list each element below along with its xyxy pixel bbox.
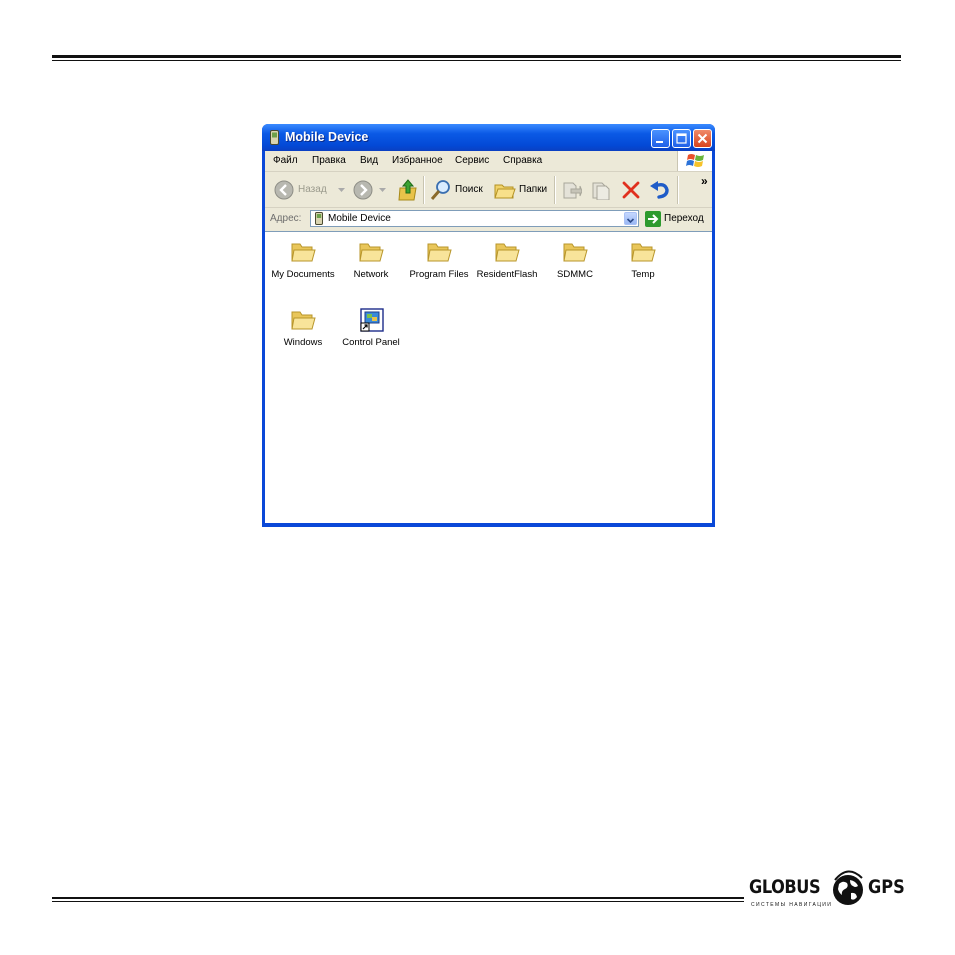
- search-icon[interactable]: [430, 179, 452, 201]
- folder-icon: [495, 243, 520, 262]
- file-label: Network: [353, 269, 389, 280]
- file-view[interactable]: My Documents Network Program Files Resid…: [265, 231, 712, 523]
- explorer-window: Mobile Device Файл Правка Вид Избранное …: [262, 124, 715, 527]
- windows-flag-icon: [686, 154, 704, 167]
- folders-button-label[interactable]: Папки: [519, 184, 547, 195]
- title-bar[interactable]: Mobile Device: [262, 124, 715, 151]
- toolbar-separator-3: [677, 176, 679, 204]
- logo-tagline: СИСТЕМЫ НАВИГАЦИИ: [751, 902, 833, 908]
- file-label: SDMMC: [557, 269, 593, 280]
- address-value: Mobile Device: [328, 213, 391, 224]
- logo-name-right: GPS: [868, 876, 905, 898]
- folder-icon: [359, 243, 384, 262]
- menu-bar: Файл Правка Вид Избранное Сервис Справка: [265, 151, 712, 172]
- chevron-down-icon: [626, 218, 635, 224]
- toolbar-separator: [423, 176, 425, 204]
- windows-logo-box: [677, 151, 712, 171]
- file-label: Windows: [283, 337, 323, 348]
- window-title: Mobile Device: [285, 130, 369, 144]
- file-item-network[interactable]: Network: [337, 240, 405, 280]
- maximize-button[interactable]: [672, 129, 691, 148]
- menu-view[interactable]: Вид: [360, 155, 378, 166]
- window-client: Файл Правка Вид Избранное Сервис Справка: [265, 151, 712, 523]
- page-bottom-rule-thin: [52, 901, 744, 902]
- mobile-device-icon: [270, 130, 279, 145]
- file-item-program-files[interactable]: Program Files: [405, 240, 473, 280]
- delete-icon[interactable]: [622, 181, 640, 199]
- close-icon: [697, 133, 708, 144]
- file-label: My Documents: [271, 269, 335, 280]
- minimize-icon: [656, 141, 663, 143]
- back-button-label[interactable]: Назад: [298, 184, 327, 195]
- control-panel-shortcut-icon: [360, 308, 384, 332]
- toolbar: Назад Поиск Папки »: [265, 172, 712, 208]
- maximize-icon: [676, 133, 687, 144]
- file-label: Program Files: [409, 269, 469, 280]
- go-button[interactable]: [645, 211, 661, 227]
- forward-arrow-icon[interactable]: [353, 180, 373, 200]
- go-button-label[interactable]: Переход: [664, 213, 704, 224]
- address-dropdown-button[interactable]: [624, 212, 637, 225]
- undo-icon[interactable]: [649, 180, 671, 200]
- file-label: Temp: [631, 269, 655, 280]
- file-item-my-documents[interactable]: My Documents: [269, 240, 337, 280]
- file-label: Control Panel: [342, 337, 400, 348]
- folder-icon: [631, 243, 656, 262]
- menu-file[interactable]: Файл: [273, 155, 298, 166]
- folder-up-icon[interactable]: [398, 179, 418, 201]
- address-bar: Адрес: Mobile Device Переход: [265, 208, 712, 230]
- menu-tools[interactable]: Сервис: [455, 155, 489, 166]
- search-button-label[interactable]: Поиск: [455, 184, 483, 195]
- mobile-device-icon: [315, 212, 323, 225]
- globus-gps-logo: GLOBUS GPS СИСТЕМЫ НАВИГАЦИИ: [749, 868, 905, 916]
- back-dropdown-icon[interactable]: [338, 188, 345, 192]
- file-item-residentflash[interactable]: ResidentFlash: [473, 240, 541, 280]
- close-button[interactable]: [693, 129, 712, 148]
- logo-name-left: GLOBUS: [749, 876, 821, 898]
- address-label: Адрес:: [270, 213, 302, 224]
- folder-icon: [427, 243, 452, 262]
- folder-icon: [563, 243, 588, 262]
- move-to-icon[interactable]: [562, 180, 582, 200]
- menu-help[interactable]: Справка: [503, 155, 542, 166]
- copy-to-icon[interactable]: [591, 180, 611, 200]
- file-item-windows[interactable]: Windows: [269, 308, 337, 348]
- menu-edit[interactable]: Правка: [312, 155, 346, 166]
- file-label: ResidentFlash: [476, 269, 538, 280]
- folders-icon[interactable]: [494, 180, 516, 200]
- minimize-button[interactable]: [651, 129, 670, 148]
- file-item-temp[interactable]: Temp: [609, 240, 677, 280]
- forward-dropdown-icon[interactable]: [379, 188, 386, 192]
- address-input[interactable]: Mobile Device: [310, 210, 639, 227]
- page-bottom-rule: [52, 897, 744, 899]
- go-arrow-icon: [648, 214, 659, 224]
- file-item-control-panel[interactable]: Control Panel: [337, 308, 405, 348]
- page-top-rule-thin: [52, 60, 901, 61]
- folder-icon: [291, 243, 316, 262]
- folder-icon: [291, 311, 316, 330]
- toolbar-overflow-icon[interactable]: »: [701, 174, 708, 188]
- page-top-rule: [52, 55, 901, 58]
- globe-icon: [833, 870, 863, 905]
- back-arrow-icon[interactable]: [274, 180, 294, 200]
- toolbar-separator-2: [554, 176, 556, 204]
- menu-favorites[interactable]: Избранное: [392, 155, 443, 166]
- file-item-sdmmc[interactable]: SDMMC: [541, 240, 609, 280]
